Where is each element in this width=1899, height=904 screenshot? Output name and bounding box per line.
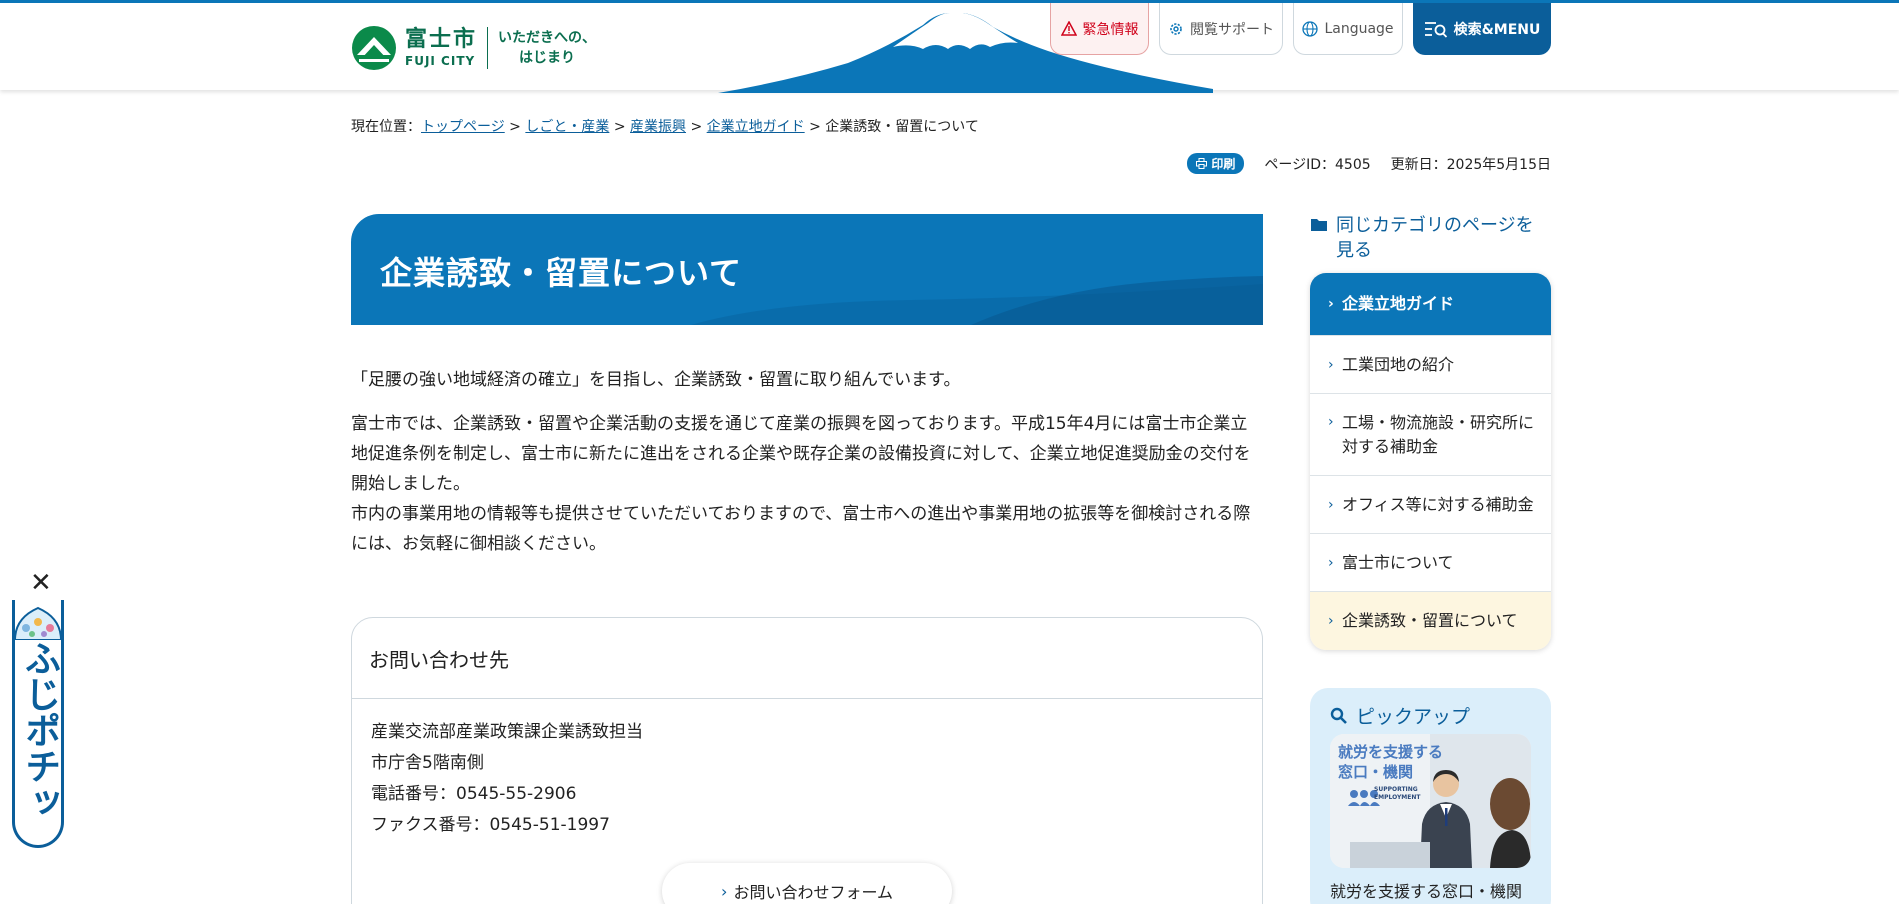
lead-text: 「足腰の強い地域経済の確立」を目指し、企業誘致・留置に取り組んでいます。 — [351, 370, 961, 390]
pickup-box: ピックアップ 就労を支援する 窓口・機関 SUPPORTING EMPLOYME… — [1310, 688, 1551, 904]
logo-name-jp: 富士市 — [405, 27, 478, 52]
fuji-city-emblem-icon — [352, 26, 396, 70]
pickup-image-text-en-1: SUPPORTING — [1374, 786, 1418, 793]
reading-support-button[interactable]: 閲覧サポート — [1159, 3, 1283, 55]
search-menu-label: 検索&MENU — [1453, 21, 1541, 38]
pickup-banner-image[interactable]: 就労を支援する 窓口・機関 SUPPORTING EMPLOYMENT — [1330, 734, 1531, 868]
folder-icon — [1311, 219, 1327, 231]
chevron-right-icon: › — [1328, 356, 1334, 373]
pickup-image-text-line-1: 就労を支援する — [1338, 743, 1444, 761]
sidebar-item-office-subsidy[interactable]: › オフィス等に対する補助金 — [1310, 476, 1551, 534]
contact-box: お問い合わせ先 産業交流部産業政策課企業誘致担当 市庁舎5階南側 電話番号：05… — [351, 617, 1263, 904]
breadcrumb-link-location-guide[interactable]: 企業立地ガイド — [707, 119, 805, 135]
page-title: 企業誘致・留置について — [380, 254, 743, 292]
chevron-right-icon: › — [1328, 496, 1334, 513]
contact-department: 産業交流部産業政策課企業誘致担当 — [371, 722, 643, 742]
pickup-image-text-en-2: EMPLOYMENT — [1374, 794, 1421, 801]
pickup-image-text: 就労を支援する 窓口・機関 SUPPORTING EMPLOYMENT — [1338, 742, 1443, 802]
slogan-line-1: いただきへの、 — [498, 30, 597, 46]
breadcrumb-separator: > — [504, 119, 526, 135]
sidebar-item-label: オフィス等に対する補助金 — [1342, 494, 1534, 514]
slogan-line-2: はじまり — [519, 50, 576, 66]
page-meta: 印刷 ページID：4505 更新日：2025年5月15日 — [1187, 153, 1551, 174]
contact-form-label: お問い合わせフォーム — [733, 883, 893, 902]
contact-phone: 電話番号：0545-55-2906 — [371, 784, 577, 804]
sidebar-heading: 同じカテゴリのページを 見る — [1310, 213, 1551, 263]
fujipochi-close-button[interactable]: ✕ — [30, 570, 52, 596]
language-label: Language — [1324, 20, 1394, 37]
search-menu-icon — [1424, 21, 1447, 38]
printer-icon — [1196, 158, 1208, 169]
print-label: 印刷 — [1211, 157, 1236, 171]
site-logo[interactable]: 富士市 FUJI CITY いただきへの、 はじまり — [351, 25, 596, 71]
sidebar-item-label: 工場・物流施設・研究所に対する補助金 — [1342, 412, 1535, 456]
search-menu-button[interactable]: 検索&MENU — [1413, 3, 1551, 55]
sidebar-item-label: 企業誘致・留置について — [1342, 611, 1518, 630]
contact-heading: お問い合わせ先 — [352, 618, 1262, 699]
body-paragraph-2: 市内の事業用地の情報等も提供させていただいておりますので、富士市への進出や事業用… — [351, 504, 1251, 554]
breadcrumb-current: 企業誘致・留置について — [825, 119, 979, 135]
chevron-right-icon: › — [1328, 554, 1334, 571]
emergency-info-button[interactable]: 緊急情報 — [1050, 3, 1149, 55]
chevron-right-icon: › — [1328, 414, 1334, 430]
pickup-caption-link[interactable]: 就労を支援する窓口・機関 — [1330, 878, 1522, 902]
sidebar-heading-line-1: 同じカテゴリのページを — [1336, 215, 1534, 236]
page-title-band: 企業誘致・留置について — [351, 214, 1263, 325]
print-button[interactable]: 印刷 — [1187, 153, 1245, 174]
logo-divider — [487, 27, 489, 69]
logo-name-en: FUJI CITY — [405, 54, 476, 68]
language-button[interactable]: Language — [1293, 3, 1403, 55]
fujipochi-mascot-icon — [13, 606, 63, 640]
sidebar-item-label: 企業立地ガイド — [1342, 294, 1455, 313]
pickup-heading-label: ピックアップ — [1356, 706, 1471, 728]
sidebar-item-label: 富士市について — [1342, 552, 1454, 572]
reading-support-label: 閲覧サポート — [1190, 21, 1274, 38]
contact-form-button[interactable]: › お問い合わせフォーム — [662, 863, 952, 904]
breadcrumb-separator: > — [804, 119, 826, 135]
pickup-image-text-line-2: 窓口・機関 — [1338, 763, 1414, 781]
contact-details: 産業交流部産業政策課企業誘致担当 市庁舎5階南側 電話番号：0545-55-29… — [352, 699, 1262, 841]
contact-fax: ファクス番号：0545-51-1997 — [371, 815, 610, 835]
breadcrumb-separator: > — [686, 119, 707, 135]
breadcrumb-separator: > — [609, 119, 631, 135]
sidebar-heading-line-2: 見る — [1336, 240, 1372, 261]
sidebar-item-label: 工業団地の紹介 — [1342, 354, 1455, 374]
chevron-right-icon: › — [1328, 613, 1334, 629]
globe-icon — [1302, 20, 1319, 37]
warning-icon — [1060, 21, 1077, 36]
site-header: 富士市 FUJI CITY いただきへの、 はじまり 緊急情報 閲覧サポート L… — [0, 0, 1899, 93]
breadcrumb-prefix: 現在位置： — [351, 119, 421, 135]
breadcrumb-link-top[interactable]: トップページ — [421, 119, 505, 135]
breadcrumb: 現在位置：トップページ > しごと・産業 > 産業振興 > 企業立地ガイド > … — [351, 116, 979, 136]
chevron-right-icon: › — [721, 881, 728, 901]
page-id: ページID：4505 — [1264, 156, 1371, 173]
logo-text: 富士市 FUJI CITY — [405, 27, 477, 69]
fujipochi-label: ふじポチッ — [19, 640, 60, 820]
pickup-heading: ピックアップ — [1330, 702, 1470, 729]
sidebar-item-about-fuji[interactable]: › 富士市について — [1310, 534, 1551, 592]
sidebar-category-list: › 企業立地ガイド › 工業団地の紹介 › 工場・物流施設・研究所に対する補助金… — [1310, 273, 1551, 650]
gear-icon — [1170, 22, 1182, 35]
sidebar-item-industrial-parks[interactable]: › 工業団地の紹介 — [1310, 336, 1551, 394]
search-icon — [1330, 707, 1347, 724]
breadcrumb-link-industry[interactable]: 産業振興 — [630, 119, 686, 135]
breadcrumb-link-work[interactable]: しごと・産業 — [525, 119, 609, 135]
sidebar-item-factory-subsidy[interactable]: › 工場・物流施設・研究所に対する補助金 — [1310, 394, 1551, 476]
main-content: 「足腰の強い地域経済の確立」を目指し、企業誘致・留置に取り組んでいます。 富士市… — [351, 365, 1263, 559]
contact-location: 市庁舎5階南側 — [371, 753, 484, 773]
logo-slogan: いただきへの、 はじまり — [498, 28, 596, 68]
chevron-right-icon: › — [1328, 296, 1334, 312]
updated-date: 更新日：2025年5月15日 — [1390, 156, 1551, 173]
body-paragraph-1: 富士市では、企業誘致・留置や企業活動の支援を通じて産業の振興を図っております。平… — [351, 414, 1251, 494]
sidebar-item-current-page[interactable]: › 企業誘致・留置について — [1310, 592, 1551, 650]
emergency-info-label: 緊急情報 — [1082, 21, 1139, 38]
sidebar-item-location-guide[interactable]: › 企業立地ガイド — [1310, 273, 1551, 336]
